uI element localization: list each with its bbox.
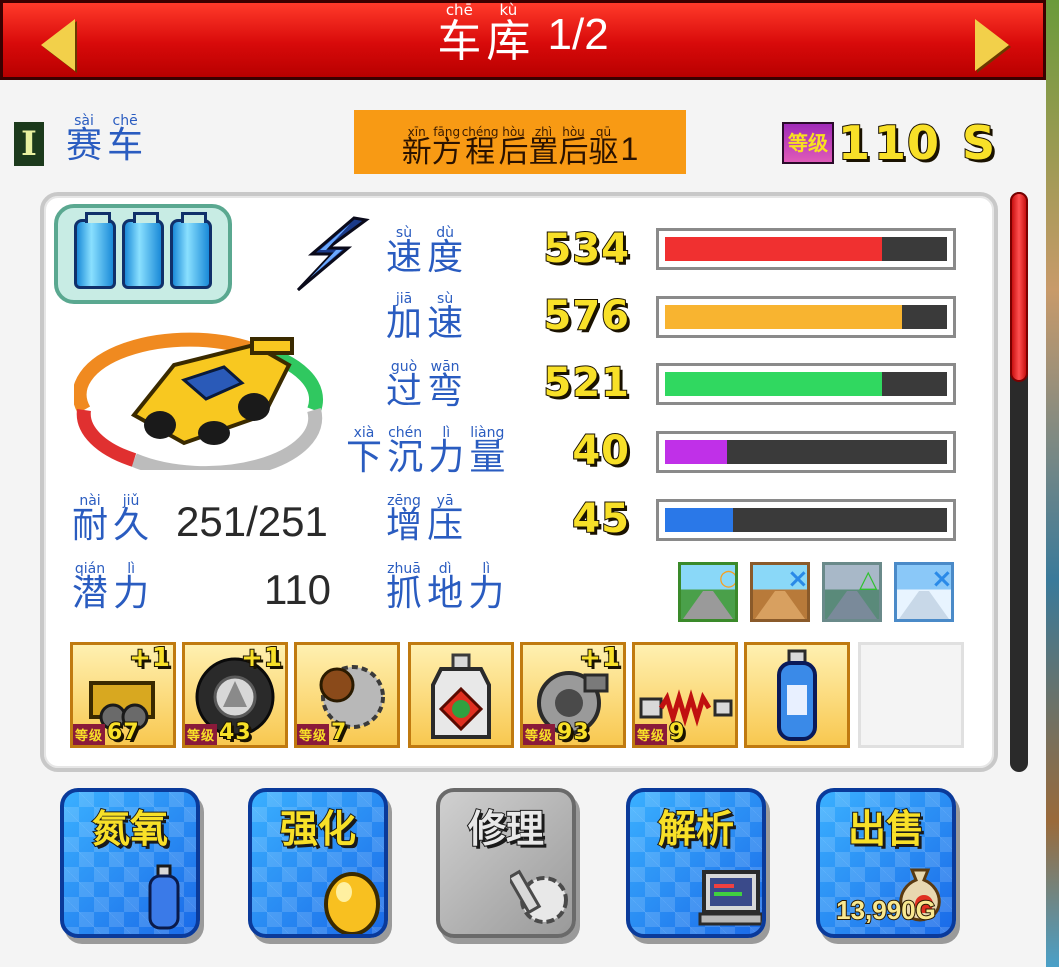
potential-label: qián 潜 lì 力 xyxy=(72,561,150,614)
wet-track-icon: △ xyxy=(822,562,882,622)
fuel-bottle-icon xyxy=(170,212,212,289)
nitro-button[interactable]: 氮氧 xyxy=(60,788,200,938)
stat-bar-downforce xyxy=(656,431,956,473)
stat-value-boost: 45 xyxy=(571,495,630,543)
part-slot-tire[interactable]: +1 等级 43 xyxy=(182,642,288,748)
fuel-bottles xyxy=(54,204,232,304)
potential-value: 110 xyxy=(264,566,331,613)
part-level: 等级 67 xyxy=(73,719,140,746)
upgrade-plus: +1 xyxy=(128,642,171,674)
category-roman-numeral: I xyxy=(14,122,44,166)
upgrade-plus: +1 xyxy=(578,642,621,674)
part-level: 等级 93 xyxy=(523,719,590,746)
wrench-icon xyxy=(510,869,568,924)
stat-label-downforce: xià 下 chén 沉 lì 力 liàng 量 xyxy=(346,425,506,478)
garage-title-bar: chē 车 kù 库 1/2 xyxy=(0,0,1046,80)
stat-bar-cornering xyxy=(656,363,956,405)
fuel-bottle-icon xyxy=(122,212,164,289)
part-slot-empty[interactable] xyxy=(858,642,964,748)
egg-icon xyxy=(324,872,380,934)
nitro-bottle-icon xyxy=(777,649,817,741)
fuel-bottle-icon xyxy=(74,212,116,289)
race-car-icon xyxy=(74,332,323,470)
suitability-mark: ○ xyxy=(719,566,735,591)
car-level: 1 xyxy=(837,115,872,171)
part-slot-suspension[interactable]: 等级 9 xyxy=(632,642,738,748)
analyze-button[interactable]: 解析 xyxy=(626,788,766,938)
level-badge: 等级 xyxy=(782,122,834,164)
nitro-bottle-icon xyxy=(148,864,180,930)
dirt-track-icon: × xyxy=(750,562,810,622)
stat-bar-fill xyxy=(665,508,733,532)
sell-button[interactable]: 出售 13,990G xyxy=(816,788,956,938)
title-char: chē 车 xyxy=(437,1,482,67)
background-edge xyxy=(1046,0,1059,967)
stat-value-cornering: 521 xyxy=(543,359,631,407)
suitability-mark: × xyxy=(931,565,951,594)
sell-price: 13,990G xyxy=(835,894,937,926)
stat-bar-acceleration xyxy=(656,296,956,338)
stat-label-speed: sù 速 dù 度 xyxy=(386,225,464,278)
stat-bar-speed xyxy=(656,228,956,270)
stat-label-cornering: guò 过 wān 弯 xyxy=(386,359,464,412)
suitability-mark: × xyxy=(787,565,807,594)
stat-bar-boost xyxy=(656,499,956,541)
lightning-icon xyxy=(296,216,370,292)
stat-bar-fill xyxy=(665,440,728,464)
stat-bar-fill xyxy=(665,237,883,261)
repair-button[interactable]: 修理 xyxy=(436,788,576,938)
upgrade-button[interactable]: 强化 xyxy=(248,788,388,938)
oil-can-icon xyxy=(431,653,491,739)
paved-track-icon: ○ xyxy=(678,562,738,622)
car-category: sài 赛 chē 车 xyxy=(66,113,144,166)
stat-value-acceleration: 576 xyxy=(543,292,631,340)
stat-value-downforce: 40 xyxy=(571,427,630,475)
part-slot-nitro[interactable] xyxy=(744,642,850,748)
stat-label-boost: zēng 增 yā 压 xyxy=(386,493,464,546)
scrollbar[interactable] xyxy=(1010,192,1028,772)
title-char: kù 库 xyxy=(486,1,531,67)
suitability-mark: △ xyxy=(859,565,878,593)
part-slot-turbo[interactable]: +1 等级 93 xyxy=(520,642,626,748)
stat-bar-fill xyxy=(665,372,883,396)
stat-bar-fill xyxy=(665,305,902,329)
part-slot-oil[interactable] xyxy=(408,642,514,748)
stat-label-acceleration: jiā 加 sù 速 xyxy=(386,291,464,344)
durability-value: 251/251 xyxy=(176,498,328,545)
computer-icon xyxy=(698,870,762,926)
scrollbar-thumb[interactable] xyxy=(1010,192,1028,382)
car-name-label: xīn 新 fāng 方 chéng 程 hòu 后 zhì 置 hòu 后 qū 驱 1 xyxy=(354,110,686,174)
stat-value-speed: 534 xyxy=(543,225,631,273)
durability-label: nài 耐 jiǔ 久 xyxy=(72,493,150,546)
part-slot-gear[interactable]: 等级 7 xyxy=(294,642,400,748)
grip-label: zhuā 抓 dì 地 lì 力 xyxy=(386,561,505,614)
car-rank: S xyxy=(961,115,997,171)
upgrade-plus: +1 xyxy=(240,642,283,674)
garage-title: chē 车 kù 库 1/2 xyxy=(3,3,1043,64)
car-max-level: 10 xyxy=(873,115,941,171)
page-indicator: 1/2 xyxy=(547,10,609,59)
part-level: 等级 7 xyxy=(297,719,348,746)
snow-track-icon: × xyxy=(894,562,954,622)
part-level: 等级 9 xyxy=(635,719,686,746)
part-slot-engine[interactable]: +1 等级 67 xyxy=(70,642,176,748)
next-page-arrow[interactable] xyxy=(975,19,1009,71)
part-level: 等级 43 xyxy=(185,719,252,746)
